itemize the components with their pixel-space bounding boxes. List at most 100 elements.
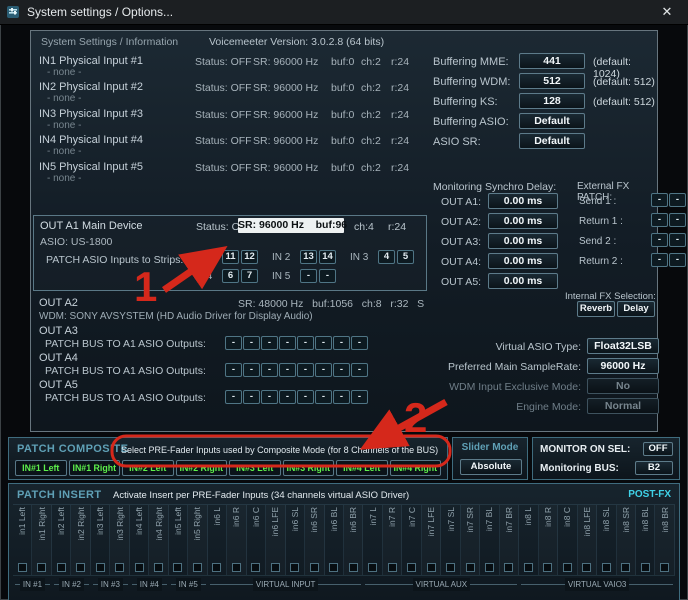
insert-checkbox[interactable] bbox=[349, 563, 358, 572]
wdm-exclusive-button[interactable]: No bbox=[587, 378, 659, 394]
delay-value-button[interactable]: 0.00 ms bbox=[488, 253, 558, 269]
insert-checkbox[interactable] bbox=[641, 563, 650, 572]
patch-channel-button[interactable]: 11 bbox=[222, 250, 239, 264]
patch-bus-slot[interactable]: - bbox=[243, 363, 260, 377]
patch-bus-slot[interactable]: - bbox=[279, 363, 296, 377]
insert-checkbox[interactable] bbox=[76, 563, 85, 572]
out-a1-driver[interactable]: ASIO: US-1800 bbox=[40, 236, 112, 248]
insert-checkbox[interactable] bbox=[57, 563, 66, 572]
preferred-samplerate-button[interactable]: 96000 Hz bbox=[587, 358, 659, 374]
insert-checkbox[interactable] bbox=[310, 563, 319, 572]
slider-mode-button[interactable]: Absolute bbox=[460, 459, 522, 475]
external-fx-slot[interactable]: - bbox=[651, 213, 668, 227]
patch-bus-slot[interactable]: - bbox=[279, 390, 296, 404]
monitor-on-sel-button[interactable]: OFF bbox=[643, 442, 673, 456]
buffering-value-button[interactable]: Default bbox=[519, 133, 585, 149]
delay-value-button[interactable]: 0.00 ms bbox=[488, 193, 558, 209]
insert-checkbox[interactable] bbox=[582, 563, 591, 572]
patch-bus-slot[interactable]: - bbox=[225, 363, 242, 377]
insert-checkbox[interactable] bbox=[563, 563, 572, 572]
composite-input-button[interactable]: IN#2 Right bbox=[176, 460, 228, 476]
patch-bus-slot[interactable]: - bbox=[297, 390, 314, 404]
insert-checkbox[interactable] bbox=[504, 563, 513, 572]
composite-input-button[interactable]: IN#4 Left bbox=[336, 460, 388, 476]
insert-checkbox[interactable] bbox=[290, 563, 299, 572]
input-device[interactable]: - none - bbox=[47, 120, 81, 131]
composite-input-button[interactable]: IN#3 Left bbox=[229, 460, 281, 476]
patch-bus-slot[interactable]: - bbox=[279, 336, 296, 350]
patch-bus-slot[interactable]: - bbox=[261, 336, 278, 350]
out-a5-label[interactable]: OUT A5 bbox=[39, 379, 78, 391]
insert-checkbox[interactable] bbox=[543, 563, 552, 572]
input-device[interactable]: - none - bbox=[47, 146, 81, 157]
input-device[interactable]: - none - bbox=[47, 173, 81, 184]
reverb-button[interactable]: Reverb bbox=[577, 301, 615, 317]
insert-checkbox[interactable] bbox=[368, 563, 377, 572]
composite-input-button[interactable]: IN#2 Left bbox=[122, 460, 174, 476]
patch-bus-slot[interactable]: - bbox=[333, 390, 350, 404]
close-icon[interactable]: ✕ bbox=[652, 4, 682, 20]
buffering-value-button[interactable]: Default bbox=[519, 113, 585, 129]
input-device[interactable]: - none - bbox=[47, 67, 81, 78]
input-label[interactable]: IN3 Physical Input #3 bbox=[39, 108, 143, 120]
monitoring-bus-button[interactable]: B2 bbox=[635, 461, 673, 475]
patch-channel-button[interactable]: 5 bbox=[397, 250, 414, 264]
composite-input-button[interactable]: IN#4 Right bbox=[390, 460, 442, 476]
insert-checkbox[interactable] bbox=[271, 563, 280, 572]
insert-checkbox[interactable] bbox=[388, 563, 397, 572]
patch-bus-slot[interactable]: - bbox=[297, 336, 314, 350]
patch-channel-button[interactable]: - bbox=[300, 269, 317, 283]
engine-mode-button[interactable]: Normal bbox=[587, 398, 659, 414]
out-a3-label[interactable]: OUT A3 bbox=[39, 325, 78, 337]
delay-button[interactable]: Delay bbox=[617, 301, 655, 317]
insert-checkbox[interactable] bbox=[446, 563, 455, 572]
patch-bus-slot[interactable]: - bbox=[351, 336, 368, 350]
input-label[interactable]: IN2 Physical Input #2 bbox=[39, 81, 143, 93]
patch-bus-slot[interactable]: - bbox=[297, 363, 314, 377]
external-fx-slot[interactable]: - bbox=[669, 253, 686, 267]
input-device[interactable]: - none - bbox=[47, 93, 81, 104]
patch-bus-slot[interactable]: - bbox=[261, 390, 278, 404]
delay-value-button[interactable]: 0.00 ms bbox=[488, 273, 558, 289]
delay-value-button[interactable]: 0.00 ms bbox=[488, 233, 558, 249]
insert-checkbox[interactable] bbox=[251, 563, 260, 572]
patch-bus-slot[interactable]: - bbox=[315, 363, 332, 377]
patch-bus-slot[interactable]: - bbox=[243, 390, 260, 404]
patch-bus-slot[interactable]: - bbox=[261, 363, 278, 377]
delay-value-button[interactable]: 0.00 ms bbox=[488, 213, 558, 229]
external-fx-slot[interactable]: - bbox=[651, 193, 668, 207]
input-label[interactable]: IN4 Physical Input #4 bbox=[39, 134, 143, 146]
patch-bus-slot[interactable]: - bbox=[351, 390, 368, 404]
insert-checkbox[interactable] bbox=[18, 563, 27, 572]
insert-checkbox[interactable] bbox=[115, 563, 124, 572]
insert-checkbox[interactable] bbox=[524, 563, 533, 572]
composite-input-button[interactable]: IN#1 Left bbox=[15, 460, 67, 476]
insert-checkbox[interactable] bbox=[407, 563, 416, 572]
insert-checkbox[interactable] bbox=[193, 563, 202, 572]
patch-channel-button[interactable]: 6 bbox=[222, 269, 239, 283]
patch-channel-button[interactable]: 14 bbox=[319, 250, 336, 264]
patch-bus-slot[interactable]: - bbox=[333, 363, 350, 377]
virtual-asio-type-button[interactable]: Float32LSB bbox=[587, 338, 659, 354]
out-a4-label[interactable]: OUT A4 bbox=[39, 352, 78, 364]
input-label[interactable]: IN1 Physical Input #1 bbox=[39, 55, 143, 67]
patch-bus-slot[interactable]: - bbox=[315, 390, 332, 404]
patch-bus-slot[interactable]: - bbox=[333, 336, 350, 350]
patch-channel-button[interactable]: 4 bbox=[378, 250, 395, 264]
patch-channel-button[interactable]: 12 bbox=[241, 250, 258, 264]
buffering-value-button[interactable]: 512 bbox=[519, 73, 585, 89]
input-label[interactable]: IN5 Physical Input #5 bbox=[39, 161, 143, 173]
insert-checkbox[interactable] bbox=[232, 563, 241, 572]
patch-bus-slot[interactable]: - bbox=[243, 336, 260, 350]
insert-checkbox[interactable] bbox=[621, 563, 630, 572]
external-fx-slot[interactable]: - bbox=[651, 233, 668, 247]
patch-bus-slot[interactable]: - bbox=[315, 336, 332, 350]
patch-bus-slot[interactable]: - bbox=[225, 336, 242, 350]
external-fx-slot[interactable]: - bbox=[669, 233, 686, 247]
insert-checkbox[interactable] bbox=[135, 563, 144, 572]
patch-channel-button[interactable]: 13 bbox=[300, 250, 317, 264]
insert-checkbox[interactable] bbox=[602, 563, 611, 572]
composite-input-button[interactable]: IN#1 Right bbox=[69, 460, 121, 476]
insert-checkbox[interactable] bbox=[485, 563, 494, 572]
insert-checkbox[interactable] bbox=[37, 563, 46, 572]
